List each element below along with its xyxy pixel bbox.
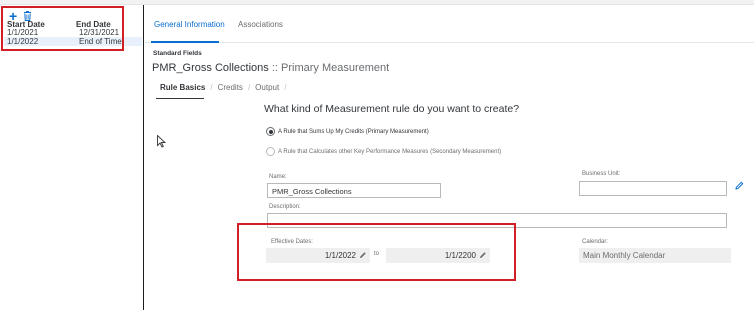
radio-unselected[interactable]: [266, 147, 275, 156]
subtab-separator: /: [284, 83, 287, 92]
pencil-icon[interactable]: [479, 251, 487, 259]
subtab-bar: Rule Basics / Credits / Output /: [160, 83, 291, 92]
radio-selected[interactable]: [266, 127, 275, 136]
main-content: General Information Associations Standar…: [145, 5, 754, 310]
option-label: A Rule that Calculates other Key Perform…: [278, 148, 502, 155]
subtab-separator: /: [247, 83, 251, 92]
calendar-field: Main Monthly Calendar: [579, 248, 731, 263]
tab-bar: General Information Associations: [145, 5, 754, 43]
section-title: Standard Fields: [153, 50, 202, 57]
rule-type-question: What kind of Measurement rule do you wan…: [264, 103, 520, 115]
calendar-label: Calendar:: [582, 239, 609, 245]
pencil-icon[interactable]: [359, 251, 367, 259]
effective-from-field[interactable]: 1/1/2022: [266, 248, 370, 263]
business-unit-label: Business Unit:: [582, 171, 621, 177]
business-unit-field[interactable]: [579, 181, 727, 196]
tab-general-information[interactable]: General Information: [154, 20, 225, 29]
effective-to-value: 1/1/2200: [444, 251, 476, 260]
effective-dates-label: Effective Dates:: [271, 239, 313, 245]
to-label: to: [374, 251, 380, 257]
active-tab-indicator: [151, 41, 219, 43]
page-title: PMR_Gross Collections :: Primary Measure…: [152, 62, 389, 74]
description-label: Description:: [269, 204, 301, 210]
row-end-date: End of Time: [79, 37, 122, 46]
subtab-output[interactable]: Output: [255, 83, 279, 92]
rule-name: PMR_Gross Collections: [152, 62, 269, 74]
mouse-cursor-icon: [157, 135, 166, 148]
option-primary-measurement[interactable]: A Rule that Sums Up My Credits (Primary …: [266, 127, 429, 136]
subtab-separator: /: [210, 83, 213, 92]
tab-associations[interactable]: Associations: [238, 20, 283, 29]
effective-to-field[interactable]: 1/1/2200: [386, 248, 490, 263]
rule-type: Primary Measurement: [281, 62, 390, 74]
description-field[interactable]: [267, 213, 727, 228]
subtab-credits[interactable]: Credits: [218, 83, 243, 92]
name-field[interactable]: PMR_Gross Collections: [267, 183, 441, 198]
name-label: Name:: [269, 174, 287, 180]
row-start-date: 1/1/2021: [7, 28, 39, 37]
option-label: A Rule that Sums Up My Credits (Primary …: [278, 128, 429, 135]
option-secondary-measurement[interactable]: A Rule that Calculates other Key Perform…: [266, 147, 501, 156]
date-row-selected[interactable]: 1/1/2022 End of Time: [4, 37, 142, 46]
subtab-rule-basics[interactable]: Rule Basics: [160, 83, 205, 92]
active-subtab-indicator: [156, 98, 204, 99]
date-row[interactable]: 1/1/2021 12/31/2021: [4, 28, 142, 37]
title-separator: ::: [268, 62, 281, 74]
pencil-icon[interactable]: [735, 181, 744, 190]
row-end-date: 12/31/2021: [79, 28, 120, 37]
row-start-date: 1/1/2022: [7, 37, 39, 46]
effective-dates-panel: + Start Date End Date 1/1/2021 12/31/202…: [0, 5, 144, 310]
effective-from-value: 1/1/2022: [324, 251, 356, 260]
